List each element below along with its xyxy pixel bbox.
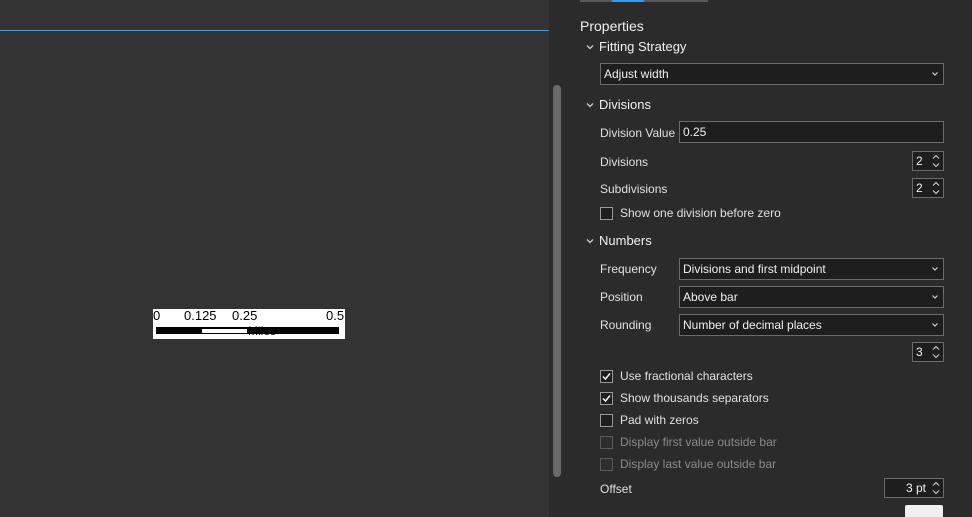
chevron-down-icon bbox=[932, 295, 938, 299]
numbers-header[interactable]: Numbers bbox=[586, 233, 652, 248]
stepper-buttons[interactable] bbox=[930, 179, 942, 197]
division-value-input[interactable]: 0.25 bbox=[679, 121, 944, 143]
stepper-arrows-icon bbox=[932, 481, 940, 495]
properties-pane: Properties Fitting Strategy Adjust width… bbox=[567, 0, 972, 517]
division-value-label: Division Value bbox=[600, 126, 676, 140]
position-label: Position bbox=[600, 290, 643, 304]
position-dropdown[interactable]: Above bar bbox=[679, 286, 944, 308]
use-fractional-characters-checkbox[interactable]: Use fractional characters bbox=[600, 369, 753, 383]
scale-bar-label-1: 0.125 bbox=[184, 308, 217, 323]
chevron-down-icon bbox=[932, 72, 938, 76]
map-frame-border bbox=[0, 30, 549, 31]
checkbox-box bbox=[600, 435, 613, 449]
fitting-strategy-dropdown[interactable]: Adjust width bbox=[600, 63, 944, 85]
display-last-value-outside-bar-label: Display last value outside bar bbox=[620, 457, 777, 471]
fitting-strategy-value: Adjust width bbox=[604, 67, 669, 81]
checkmark-icon bbox=[602, 394, 611, 402]
divisions-title: Divisions bbox=[599, 97, 652, 112]
display-last-value-outside-bar-checkbox: Display last value outside bar bbox=[600, 457, 776, 471]
vertical-scrollbar[interactable] bbox=[549, 0, 567, 517]
show-division-before-zero-label: Show one division before zero bbox=[620, 206, 781, 220]
offset-label: Offset bbox=[600, 482, 632, 496]
rounding-label: Rounding bbox=[600, 318, 652, 332]
chevron-down-icon bbox=[932, 267, 938, 271]
pad-with-zeros-label: Pad with zeros bbox=[620, 413, 699, 427]
display-first-value-outside-bar-label: Display first value outside bar bbox=[620, 435, 777, 449]
symbol-button[interactable] bbox=[905, 505, 943, 517]
use-fractional-characters-label: Use fractional characters bbox=[620, 369, 753, 383]
divisions-label: Divisions bbox=[600, 155, 649, 169]
offset-stepper[interactable]: 3 pt bbox=[884, 478, 944, 498]
numbers-title: Numbers bbox=[599, 233, 652, 248]
divisions-header[interactable]: Divisions bbox=[586, 97, 651, 112]
subdivisions-label: Subdivisions bbox=[600, 182, 668, 196]
frequency-label: Frequency bbox=[600, 262, 657, 276]
checkbox-box[interactable] bbox=[600, 369, 613, 383]
chevron-down-icon bbox=[586, 102, 594, 107]
divisions-stepper[interactable]: 2 bbox=[912, 151, 944, 171]
rounding-dropdown[interactable]: Number of decimal places bbox=[679, 314, 944, 336]
display-first-value-outside-bar-checkbox: Display first value outside bar bbox=[600, 435, 777, 449]
scale-bar-subdivision bbox=[202, 329, 247, 333]
checkmark-icon bbox=[602, 372, 611, 380]
show-thousands-separators-checkbox[interactable]: Show thousands separators bbox=[600, 391, 769, 405]
stepper-arrows-icon bbox=[932, 154, 940, 168]
scale-bar-label-0: 0 bbox=[153, 308, 161, 323]
tab-1[interactable] bbox=[580, 0, 612, 2]
stepper-buttons[interactable] bbox=[930, 152, 942, 170]
scale-bar-label-2: 0.25 bbox=[232, 308, 258, 323]
scale-bar-label-3: 0.5 bbox=[326, 308, 345, 323]
tab-3[interactable] bbox=[644, 0, 708, 2]
map-canvas[interactable]: 0 0.125 0.25 0.5 Miles bbox=[0, 0, 549, 517]
stepper-buttons[interactable] bbox=[930, 343, 942, 361]
properties-heading: Properties bbox=[580, 18, 644, 34]
stepper-buttons[interactable] bbox=[930, 479, 942, 497]
show-thousands-separators-label: Show thousands separators bbox=[620, 391, 769, 405]
chevron-down-icon bbox=[586, 238, 594, 243]
decimal-places-value: 3 bbox=[916, 345, 923, 359]
frequency-dropdown[interactable]: Divisions and first midpoint bbox=[679, 258, 944, 280]
scale-bar-units: Miles bbox=[248, 324, 277, 338]
subdivisions-value: 2 bbox=[916, 181, 923, 195]
divisions-value: 2 bbox=[916, 154, 923, 168]
checkbox-box[interactable] bbox=[600, 206, 613, 220]
fitting-strategy-title: Fitting Strategy bbox=[599, 39, 687, 54]
checkbox-box bbox=[600, 457, 613, 471]
checkbox-box[interactable] bbox=[600, 391, 613, 405]
rounding-value: Number of decimal places bbox=[683, 318, 822, 332]
checkbox-box[interactable] bbox=[600, 413, 613, 427]
scale-bar[interactable]: 0 0.125 0.25 0.5 Miles bbox=[153, 309, 345, 339]
stepper-arrows-icon bbox=[932, 345, 940, 359]
stepper-arrows-icon bbox=[932, 181, 940, 195]
tab-2[interactable] bbox=[612, 0, 644, 2]
pad-with-zeros-checkbox[interactable]: Pad with zeros bbox=[600, 413, 699, 427]
chevron-down-icon bbox=[586, 44, 594, 49]
chevron-down-icon bbox=[932, 323, 938, 327]
decimal-places-stepper[interactable]: 3 bbox=[912, 342, 944, 362]
pane-tabs bbox=[580, 0, 708, 3]
offset-value: 3 pt bbox=[905, 481, 926, 495]
show-division-before-zero-checkbox[interactable]: Show one division before zero bbox=[600, 206, 781, 220]
position-value: Above bar bbox=[683, 290, 738, 304]
fitting-strategy-header[interactable]: Fitting Strategy bbox=[586, 39, 686, 54]
subdivisions-stepper[interactable]: 2 bbox=[912, 178, 944, 198]
scrollbar-thumb[interactable] bbox=[553, 85, 561, 477]
frequency-value: Divisions and first midpoint bbox=[683, 262, 826, 276]
